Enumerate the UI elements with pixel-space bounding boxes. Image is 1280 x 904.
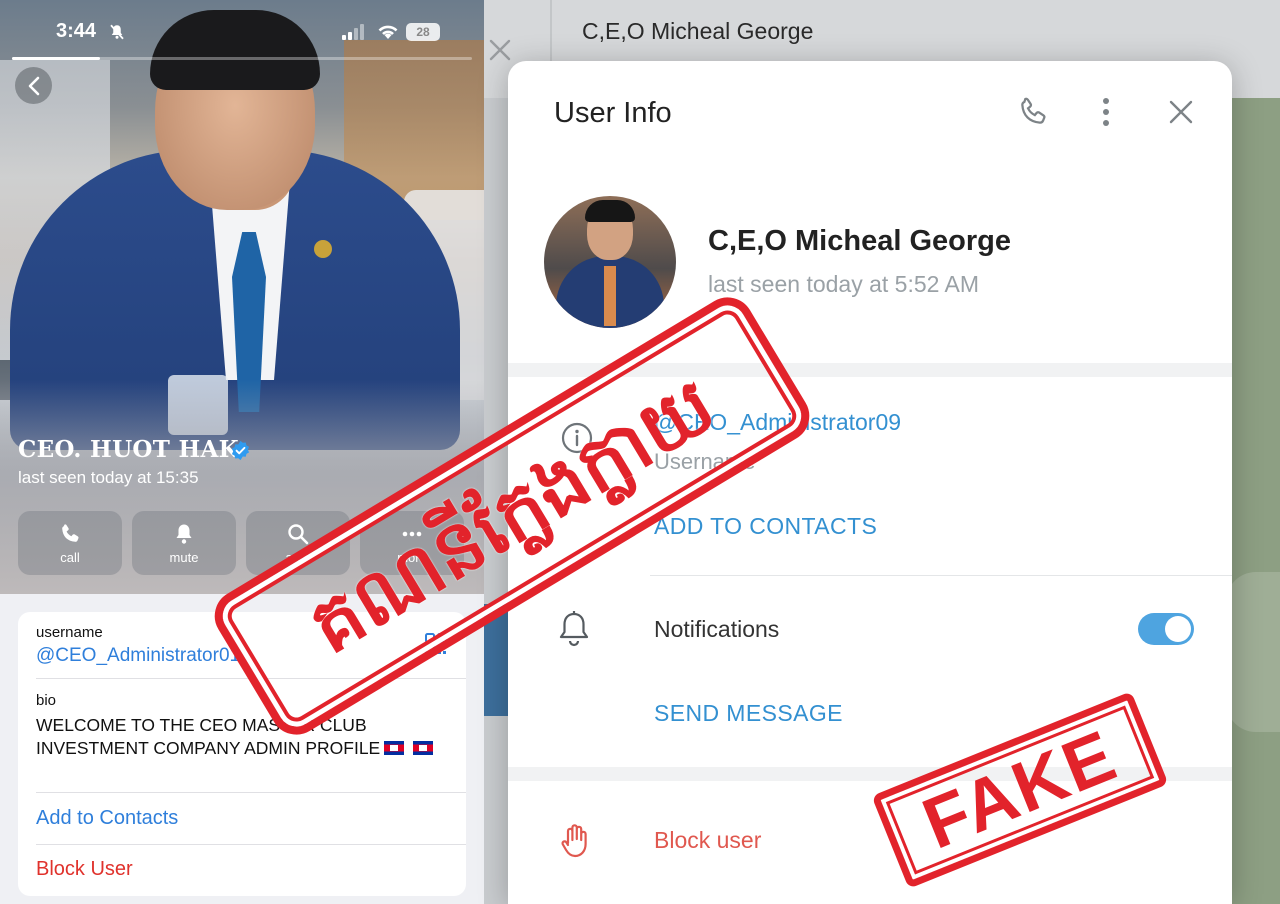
story-progress-fill xyxy=(12,57,100,60)
add-to-contacts-button[interactable]: ADD TO CONTACTS xyxy=(654,513,877,540)
username-link[interactable]: @CEO_Administrator01 xyxy=(36,645,240,667)
block-user-button[interactable]: Block user xyxy=(654,827,761,854)
status-time: 3:44 xyxy=(56,20,97,42)
add-to-contacts-button[interactable]: Add to Contacts xyxy=(36,807,178,830)
phone-icon xyxy=(62,524,79,542)
block-user-button[interactable]: Block User xyxy=(36,858,133,881)
chat-wallpaper xyxy=(1226,98,1280,904)
search-icon xyxy=(288,524,309,545)
bell-icon xyxy=(176,524,192,544)
close-icon[interactable] xyxy=(1166,97,1196,127)
wifi-icon xyxy=(378,25,398,39)
bio-text: WELCOME TO THE CEO MASTER CLUB INVESTMEN… xyxy=(36,714,446,760)
back-button[interactable] xyxy=(15,67,52,104)
call-label: call xyxy=(60,550,80,565)
mute-label: mute xyxy=(169,550,199,565)
username-label: username xyxy=(36,624,103,641)
modal-title: User Info xyxy=(554,97,672,129)
user-name: C,E,O Micheal George xyxy=(708,225,1011,257)
phone-icon[interactable] xyxy=(1016,95,1050,129)
profile-last-seen: last seen today at 15:35 xyxy=(18,468,199,487)
avatar-tie xyxy=(604,266,616,326)
notifications-label: Notifications xyxy=(654,616,780,642)
divider xyxy=(36,844,466,845)
battery-icon: 28 xyxy=(406,23,440,41)
profile-name: CEO. HUOT HAK xyxy=(18,436,239,463)
chevron-left-icon xyxy=(28,76,39,95)
signal-icon xyxy=(342,24,364,40)
toggle-knob xyxy=(1165,616,1191,642)
phone-profile-screen: 3:44 28 CEO. HUOT HAK last seen today at… xyxy=(0,0,484,904)
send-message-button[interactable]: SEND MESSAGE xyxy=(654,700,843,727)
divider xyxy=(36,792,466,793)
cambodia-flag-icon xyxy=(413,741,434,755)
hand-stop-icon xyxy=(561,824,587,858)
bell-slash-icon xyxy=(110,24,124,40)
call-button[interactable]: call xyxy=(18,511,122,575)
mute-button[interactable]: mute xyxy=(132,511,236,575)
chat-title[interactable]: C,E,O Micheal George xyxy=(582,18,813,45)
lapel-pin xyxy=(314,240,332,258)
user-last-seen: last seen today at 5:52 AM xyxy=(708,271,980,297)
status-bar: 3:44 28 xyxy=(0,0,484,60)
bio-text-content: WELCOME TO THE CEO MASTER CLUB INVESTMEN… xyxy=(36,715,381,758)
cambodia-flag-icon xyxy=(384,741,405,755)
avatar-hair xyxy=(585,200,635,222)
avatar[interactable] xyxy=(544,196,676,328)
notifications-toggle[interactable] xyxy=(1138,613,1194,645)
message-bubble xyxy=(1226,572,1280,732)
bio-label: bio xyxy=(36,692,57,709)
close-icon[interactable] xyxy=(486,36,514,64)
verified-badge-icon xyxy=(231,440,250,461)
bell-icon xyxy=(559,611,589,647)
more-vertical-icon[interactable] xyxy=(1094,95,1118,129)
divider xyxy=(650,575,1232,576)
